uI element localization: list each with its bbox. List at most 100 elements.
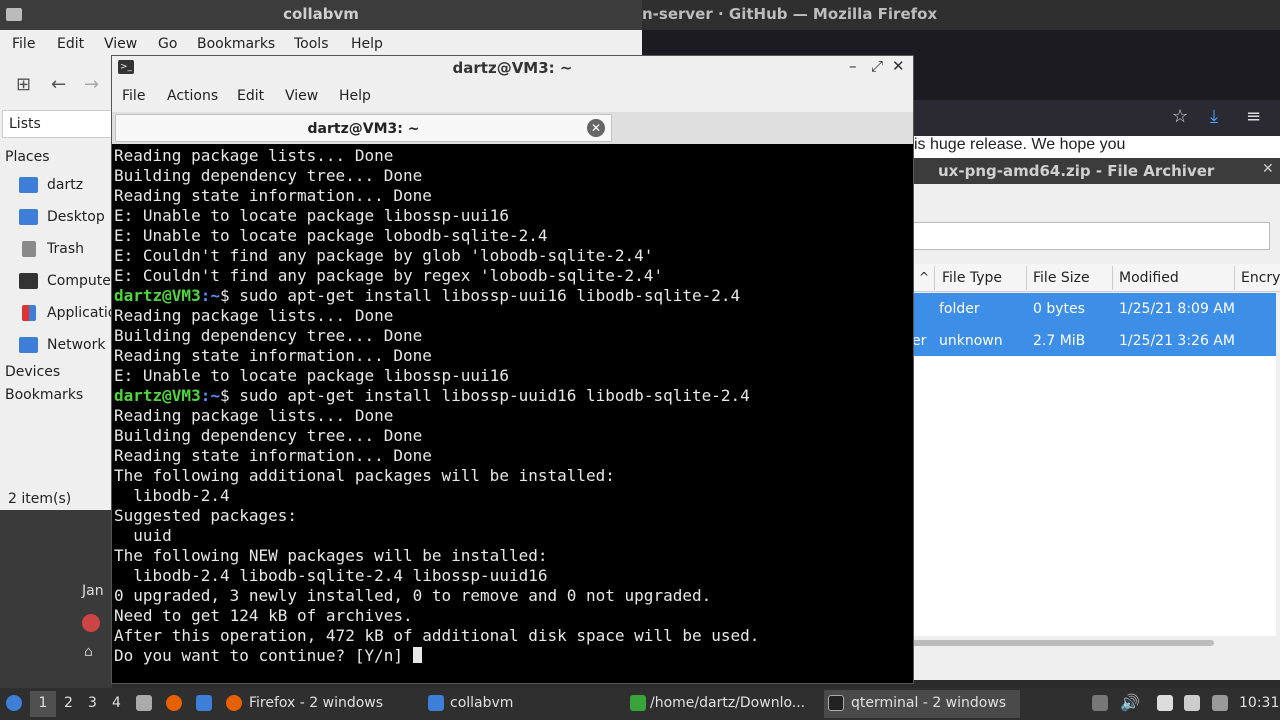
status-icon [82,614,100,632]
tray-up-icon[interactable] [1092,695,1108,711]
column-file-type[interactable]: File Type [942,270,1002,286]
place-item-computer[interactable]: Computer [0,267,112,297]
downloads-icon[interactable]: ⤓ [1210,106,1218,127]
terminal-line: E: Unable to locate package libossp-uui1… [114,206,910,226]
line-text: Suggested packages: [114,506,298,525]
menu-hamburger-icon[interactable]: ≡ [1246,106,1261,127]
firefox-page-content: is huge release. We hope you [912,136,1280,158]
terminal-line: E: Unable to locate package lobodb-sqlit… [114,226,910,246]
terminal-line: After this operation, 472 kB of addition… [114,626,910,646]
archiver-location-field[interactable] [912,222,1270,250]
tab-terminal[interactable]: dartz@VM3: ~ ✕ [115,114,612,142]
column-file-size[interactable]: File Size [1033,270,1090,286]
line-text: After this operation, 472 kB of addition… [114,626,760,645]
task-qterminal[interactable]: qterminal - 2 windows [824,690,1020,718]
terminal-line: Reading package lists... Done [114,406,910,426]
filemanager-toolbar: ⊞ ← → [0,58,112,108]
table-row[interactable]: er unknown 2.7 MiB 1/25/21 3:26 AM [912,325,1276,357]
menu-view[interactable]: View [285,88,318,104]
close-tab-icon[interactable]: ✕ [587,119,605,137]
applications-icon [22,305,36,321]
task-file-archiver[interactable]: /home/dartz/Downlo... [626,690,822,718]
display-icon[interactable] [1212,695,1228,711]
maximize-icon[interactable]: ⤢ [871,57,883,75]
terminal-icon [828,695,844,711]
taskbar: 1 2 3 4 Firefox - 2 windows collabvm /ho… [0,688,1280,720]
back-arrow-icon[interactable]: ← [51,74,66,95]
terminal-line: dartz@VM3:~$ sudo apt-get install liboss… [114,386,910,406]
terminal-output[interactable]: Reading package lists... Done Building de… [112,146,910,680]
terminal-line: dartz@VM3:~$ sudo apt-get install liboss… [114,286,910,306]
workspace-2[interactable]: 2 [64,695,73,711]
line-text: Reading state information... Done [114,446,432,465]
place-item-network[interactable]: Network [0,331,112,361]
filemanager-statusbar: 2 item(s) [8,491,72,507]
firefox-toolbar: ☆ ⤓ ≡ [912,100,1280,136]
new-tab-icon[interactable]: ⊞ [16,74,31,95]
firefox-window-title: n-server · GitHub — Mozilla Firefox [642,5,938,23]
close-icon[interactable]: ✕ [1262,161,1274,177]
menu-tools[interactable]: Tools [294,36,329,52]
horizontal-scrollbar[interactable] [912,640,1214,646]
menu-help[interactable]: Help [351,36,383,52]
prompt-user: dartz@VM3 [114,286,201,305]
workspace-3[interactable]: 3 [88,695,97,711]
menu-file[interactable]: File [12,36,35,52]
network-tray-icon[interactable] [1184,695,1200,711]
menu-bookmarks[interactable]: Bookmarks [197,36,275,52]
close-icon[interactable]: ✕ [892,57,905,75]
menu-help[interactable]: Help [339,88,371,104]
line-text: Building dependency tree... Done [114,426,423,445]
menu-actions[interactable]: Actions [167,88,218,104]
terminal-line: E: Couldn't find any package by glob 'lo… [114,246,910,266]
menu-edit[interactable]: Edit [57,36,84,52]
line-text: E: Couldn't find any package by glob 'lo… [114,246,654,265]
terminal-line: Suggested packages: [114,506,910,526]
menu-view[interactable]: View [104,36,137,52]
file-manager-launcher-icon[interactable] [136,695,152,711]
home-folder-icon [19,177,38,193]
task-firefox[interactable]: Firefox - 2 windows [222,690,418,718]
column-encrypted[interactable]: Encry [1241,270,1280,286]
bookmark-star-icon[interactable]: ☆ [1172,106,1188,127]
place-item-desktop[interactable]: Desktop [0,203,112,233]
clipboard-icon[interactable] [1157,695,1173,711]
table-row[interactable]: folder 0 bytes 1/25/21 8:09 AM [912,293,1276,325]
terminal-line: E: Couldn't find any package by regex 'l… [114,266,910,286]
volume-icon[interactable]: 🔊 [1120,693,1140,712]
menu-edit[interactable]: Edit [237,88,264,104]
terminal-line: Reading state information... Done [114,346,910,366]
desktop-area: Jan ⌂ [0,510,112,688]
minimize-icon[interactable]: – [849,57,857,75]
menu-file[interactable]: File [122,88,145,104]
terminal-line: Reading package lists... Done [114,146,910,166]
terminal-line: Need to get 124 kB of archives. [114,606,910,626]
cell-file-type: unknown [939,333,1003,349]
line-text: Reading package lists... Done [114,306,394,325]
line-text: The following NEW packages will be insta… [114,546,548,565]
start-menu-icon[interactable] [6,695,22,711]
network-icon [19,337,38,353]
prompt-user: dartz@VM3 [114,386,201,405]
workspace-4[interactable]: 4 [112,695,121,711]
workspace-1[interactable]: 1 [30,691,56,717]
sidepanel-mode-select[interactable]: Lists [2,110,112,138]
archive-icon [630,695,646,711]
column-modified[interactable]: Modified [1119,270,1179,286]
task-collabvm[interactable]: collabvm [424,690,620,718]
place-item-trash[interactable]: Trash [0,235,112,265]
bookmarks-heading[interactable]: Bookmarks [5,387,83,403]
forward-arrow-icon[interactable]: → [84,74,99,95]
desktop-launcher-icon[interactable] [196,695,212,711]
firefox-launcher-icon[interactable] [166,695,182,711]
terminal-line: The following NEW packages will be insta… [114,546,910,566]
devices-heading[interactable]: Devices [5,364,60,380]
sort-up-icon[interactable]: ^ [919,270,929,284]
place-item-applications[interactable]: Applications [0,299,112,329]
terminal-line: Building dependency tree... Done [114,426,910,446]
place-item-dartz[interactable]: dartz [0,171,112,201]
line-text: Do you want to continue? [Y/n] [114,646,413,665]
menu-go[interactable]: Go [158,36,177,52]
terminal-line: The following additional packages will b… [114,466,910,486]
archiver-column-header: ^ File Type File Size Modified Encry [912,264,1280,292]
